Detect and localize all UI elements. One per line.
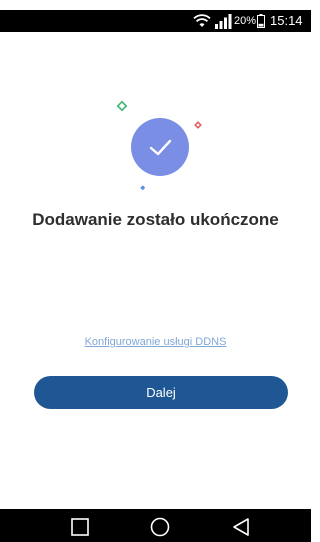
configure-ddns-link[interactable]: Konfigurowanie usługi DDNS <box>0 336 311 348</box>
clock: 15:14 <box>270 13 303 28</box>
battery-icon <box>257 14 265 28</box>
screen: 20% 15:14 Dodawanie zostało ukończone Ko… <box>0 0 311 542</box>
signal-icon <box>215 14 232 29</box>
check-circle-icon <box>116 100 202 191</box>
sparkle-blue-icon <box>140 185 146 191</box>
back-icon[interactable] <box>230 516 252 538</box>
home-icon[interactable] <box>149 516 171 538</box>
recents-icon[interactable] <box>69 516 91 538</box>
battery-percent: 20% <box>234 15 257 27</box>
wifi-icon <box>193 14 211 27</box>
status-bar: 20% 15:14 <box>0 10 311 32</box>
sparkle-green-icon <box>116 100 128 112</box>
page-title: Dodawanie zostało ukończone <box>32 210 279 229</box>
next-button[interactable]: Dalej <box>34 376 288 409</box>
sparkle-red-icon <box>194 121 202 129</box>
navigation-bar <box>0 509 311 542</box>
